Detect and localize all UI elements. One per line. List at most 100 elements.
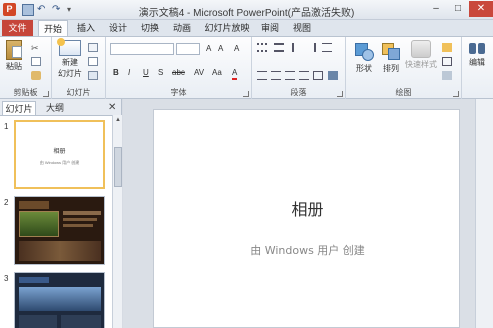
tab-transitions[interactable]: 切换 <box>136 20 164 36</box>
arrange-label: 排列 <box>383 64 399 73</box>
change-case-button[interactable]: Aa <box>212 68 222 78</box>
shrink-font-icon[interactable]: A <box>218 44 223 54</box>
strikethrough-button[interactable]: abc <box>172 68 185 78</box>
tab-review[interactable]: 审阅 <box>256 20 284 36</box>
drawing-group-label: 绘图 <box>395 88 412 97</box>
scroll-thumb[interactable] <box>114 147 122 187</box>
cut-icon[interactable]: ✂ <box>31 43 41 53</box>
arrange-icon <box>380 40 402 62</box>
bold-button[interactable]: B <box>113 68 119 78</box>
tab-view[interactable]: 视图 <box>288 20 316 36</box>
editor-scrollbar[interactable] <box>475 99 493 328</box>
editing-button[interactable]: 编辑 <box>464 40 490 68</box>
bullets-icon[interactable] <box>257 43 267 52</box>
slide-subtitle[interactable]: 由 Windows 用户 创建 <box>154 242 461 258</box>
font-launcher-icon[interactable] <box>243 91 249 97</box>
thumb-banner-image <box>19 287 101 311</box>
columns-icon[interactable] <box>313 71 323 80</box>
arrange-button[interactable]: 排列 <box>378 40 404 74</box>
maximize-button[interactable]: □ <box>447 1 469 17</box>
paste-icon <box>6 40 22 60</box>
thumb-text-line <box>63 218 97 221</box>
slide-thumbnail-1[interactable]: 相册 由 Windows 用户 创建 <box>14 120 105 189</box>
thumb-panel-block <box>19 315 57 328</box>
reset-icon[interactable] <box>88 57 98 66</box>
slide-thumbnail-2[interactable] <box>14 196 105 265</box>
justify-icon[interactable] <box>299 71 309 80</box>
thumb-text-line <box>63 224 93 227</box>
copy-icon[interactable] <box>31 57 41 66</box>
ribbon: 粘贴 ✂ 剪贴板 新建 幻灯片 幻灯片 A A A B I U S abc AV <box>0 36 493 99</box>
paste-label: 粘贴 <box>6 62 22 71</box>
font-size-select[interactable] <box>176 43 200 55</box>
char-spacing-button[interactable]: AV <box>194 68 204 78</box>
font-color-button[interactable]: A <box>232 68 238 80</box>
align-center-icon[interactable] <box>271 71 281 80</box>
close-button[interactable]: ✕ <box>469 1 493 17</box>
thumb-subtitle: 由 Windows 用户 创建 <box>39 160 80 165</box>
new-slide-button[interactable]: 新建 幻灯片 <box>55 38 85 79</box>
italic-button[interactable]: I <box>128 68 130 78</box>
slide-number: 1 <box>4 122 9 131</box>
tab-design[interactable]: 设计 <box>104 20 132 36</box>
shapes-label: 形状 <box>356 64 372 73</box>
slides-group-label: 幻灯片 <box>66 88 91 97</box>
tab-insert[interactable]: 插入 <box>72 20 100 36</box>
paragraph-launcher-icon[interactable] <box>337 91 343 97</box>
scroll-up-icon[interactable]: ▲ <box>114 117 122 125</box>
clipboard-launcher-icon[interactable] <box>43 91 49 97</box>
format-painter-icon[interactable] <box>31 71 41 80</box>
font-group-label: 字体 <box>170 88 187 97</box>
section-icon[interactable] <box>88 71 98 80</box>
slides-panel: 幻灯片 大纲 ✕ 1 相册 由 Windows 用户 创建 2 3 ▲ <box>0 99 122 328</box>
editing-group: 编辑 <box>462 37 493 99</box>
thumb-header-block <box>19 201 49 209</box>
thumb-panel-block <box>61 315 101 328</box>
align-left-icon[interactable] <box>257 71 267 80</box>
tab-home[interactable]: 开始 <box>38 20 68 37</box>
tab-slideshow[interactable]: 幻灯片放映 <box>200 20 254 36</box>
drawing-group: 形状 排列 快速样式 绘图 <box>346 37 462 99</box>
slide-number: 2 <box>4 198 9 207</box>
line-spacing-icon[interactable] <box>322 43 332 52</box>
binoculars-icon <box>468 40 486 56</box>
slide-thumbnail-3[interactable] <box>14 272 105 328</box>
numbering-icon[interactable] <box>274 43 284 52</box>
tab-slides[interactable]: 幻灯片 <box>2 101 36 115</box>
close-panel-icon[interactable]: ✕ <box>108 102 116 113</box>
shapes-button[interactable]: 形状 <box>350 40 378 74</box>
shape-outline-icon[interactable] <box>442 57 452 66</box>
tab-animations[interactable]: 动画 <box>168 20 196 36</box>
window-title: 演示文稿4 - Microsoft PowerPoint(产品激活失败) <box>138 8 355 19</box>
underline-button[interactable]: U <box>143 68 149 78</box>
tab-outline[interactable]: 大纲 <box>40 101 70 115</box>
decrease-indent-icon[interactable] <box>292 43 302 52</box>
ribbon-tabs: 文件 开始 插入 设计 切换 动画 幻灯片放映 审阅 视图 <box>0 20 493 37</box>
tab-file[interactable]: 文件 <box>2 20 33 36</box>
slide-thumbnail-list: 1 相册 由 Windows 用户 创建 2 3 <box>0 115 112 328</box>
paste-button[interactable]: 粘贴 <box>3 40 25 72</box>
align-right-icon[interactable] <box>285 71 295 80</box>
current-slide[interactable]: 相册 由 Windows 用户 创建 <box>153 109 460 328</box>
drawing-launcher-icon[interactable] <box>453 91 459 97</box>
shapes-icon <box>353 40 375 62</box>
thumb-text-line <box>63 211 101 215</box>
layout-icon[interactable] <box>88 43 98 52</box>
clear-format-icon[interactable]: A <box>234 44 239 54</box>
font-group: A A A B I U S abc AV Aa A 字体 <box>106 37 252 99</box>
title-bar: P ↶ ↷ ▾ 演示文稿4 - Microsoft PowerPoint(产品激… <box>0 0 493 20</box>
quick-styles-icon <box>411 40 431 58</box>
slide-title[interactable]: 相册 <box>154 196 461 220</box>
minimize-button[interactable]: – <box>425 1 447 17</box>
shape-effects-icon[interactable] <box>442 71 452 80</box>
quick-styles-button[interactable]: 快速样式 <box>404 40 438 70</box>
grow-font-icon[interactable]: A <box>206 44 211 54</box>
thumb-tree-image <box>19 211 59 237</box>
increase-indent-icon[interactable] <box>306 43 316 52</box>
font-name-select[interactable] <box>110 43 174 55</box>
panel-scrollbar[interactable]: ▲ <box>112 115 122 328</box>
slide-editor-area: 相册 由 Windows 用户 创建 <box>123 99 493 328</box>
shadow-button[interactable]: S <box>158 68 163 78</box>
smartart-icon[interactable] <box>328 71 338 80</box>
shape-fill-icon[interactable] <box>442 43 452 52</box>
